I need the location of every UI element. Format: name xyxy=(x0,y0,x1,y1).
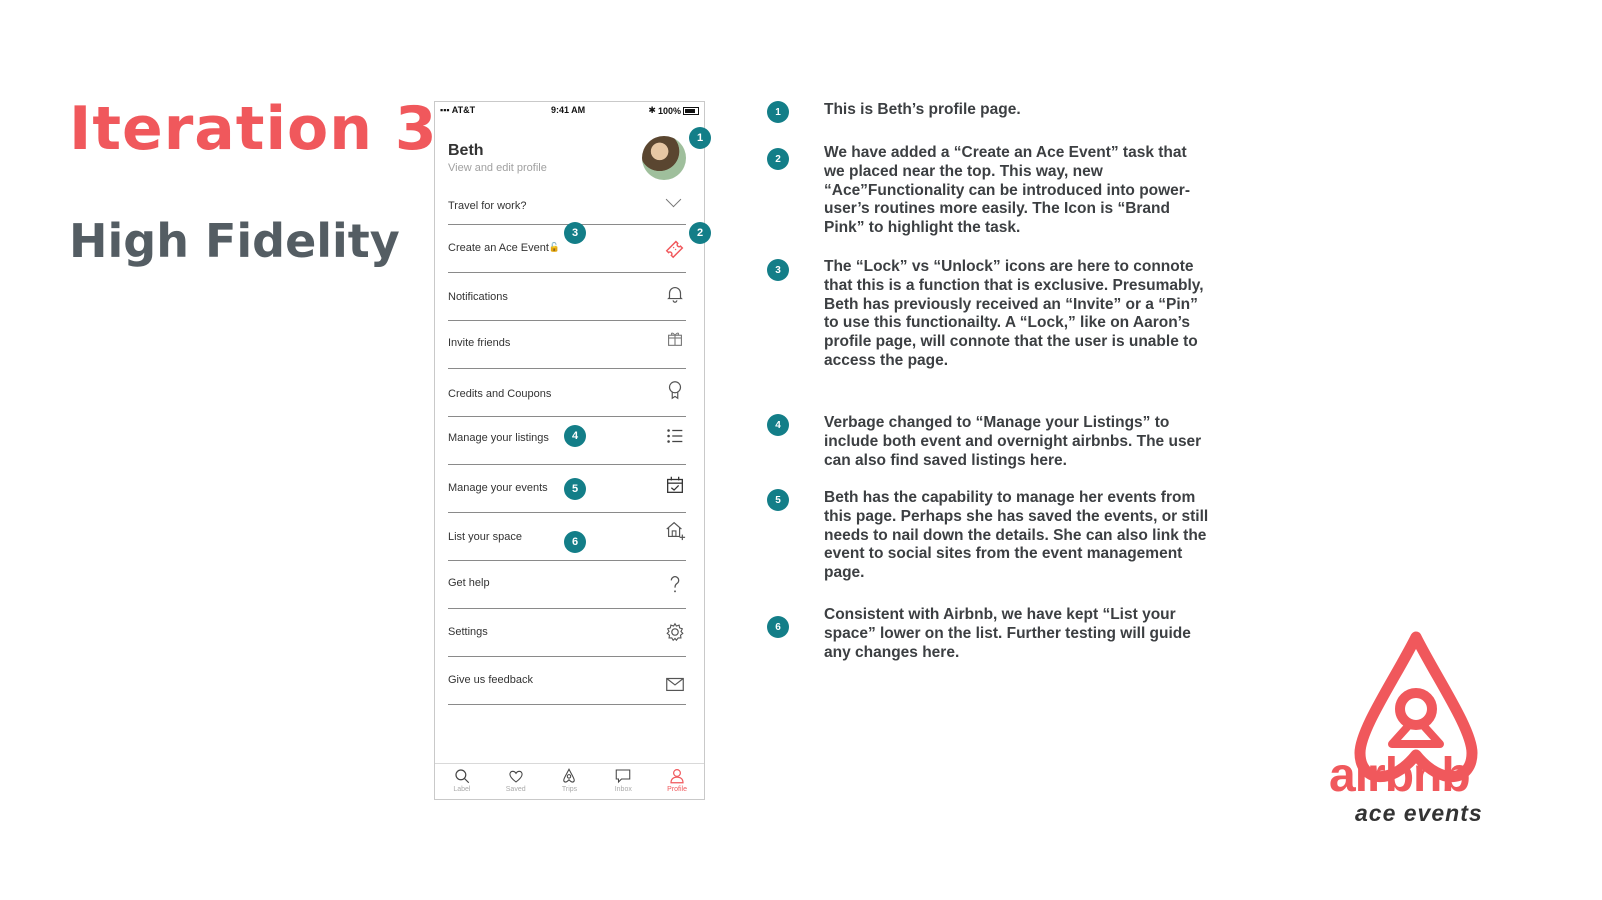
menu-item-invite-friends[interactable]: Invite friends xyxy=(448,321,686,369)
airbnb-icon xyxy=(563,768,576,783)
profile-name[interactable]: Beth xyxy=(448,142,484,160)
tab-profile[interactable]: Profile xyxy=(650,764,704,799)
menu-item-label: Credits and Coupons xyxy=(448,388,552,400)
tab-text: Trips xyxy=(561,786,578,793)
menu-item-get-help[interactable]: Get help xyxy=(448,561,686,609)
question-icon xyxy=(670,576,680,593)
battery-percent: 100% xyxy=(657,105,681,116)
calendar-check-icon xyxy=(667,476,683,493)
search-icon xyxy=(455,769,470,784)
avatar[interactable] xyxy=(642,136,686,180)
menu-item-label: Invite friends xyxy=(448,337,511,349)
menu-item-give-feedback[interactable]: Give us feedback xyxy=(448,657,686,705)
tab-inbox[interactable]: Inbox xyxy=(596,764,650,799)
unlock-icon: 🔓 xyxy=(548,242,561,252)
chat-icon xyxy=(616,769,631,784)
note-5: Beth has the capability to manage her ev… xyxy=(824,489,1209,582)
status-time: 9:41 AM xyxy=(551,105,586,115)
phone-mockup: ▪▪▪ AT&T 9:41 AM ✱ 100% Beth View and ed… xyxy=(434,101,705,800)
home-plus-icon xyxy=(666,521,686,541)
menu-item-label: Manage your events xyxy=(448,482,548,494)
note-badge-5: 5 xyxy=(767,489,789,511)
tab-saved[interactable]: Saved xyxy=(489,764,543,799)
note-badge-6: 6 xyxy=(767,616,789,638)
note-4: Verbage changed to “Manage your Listings… xyxy=(824,414,1202,469)
list-icon xyxy=(667,429,683,443)
status-bar: ▪▪▪ AT&T 9:41 AM ✱ 100% xyxy=(435,102,704,118)
menu-item-label: Manage your listings xyxy=(448,432,549,444)
callout-badge-2: 2 xyxy=(689,222,711,244)
heart-icon xyxy=(509,770,523,783)
battery-icon xyxy=(683,106,699,115)
note-2: We have added a “Create an Ace Event” ta… xyxy=(824,144,1190,237)
note-3: The “Lock” vs “Unlock” icons are here to… xyxy=(824,258,1204,369)
tab-text: Saved xyxy=(505,786,526,793)
menu-item-label: Create an Ace Event🔓 xyxy=(448,242,561,254)
user-icon xyxy=(670,769,684,784)
callout-badge-1: 1 xyxy=(689,127,711,149)
chevron-down-icon[interactable] xyxy=(665,191,682,208)
logo-wordmark: airbnb xyxy=(1329,749,1471,802)
note-badge-3: 3 xyxy=(767,259,789,281)
tab-text: Label xyxy=(453,786,471,793)
note-badge-2: 2 xyxy=(767,148,789,170)
carrier-text: AT&T xyxy=(451,105,476,115)
battery-status: ✱ 100% xyxy=(648,105,699,116)
ticket-icon xyxy=(665,240,684,259)
note-badge-1: 1 xyxy=(767,101,789,123)
menu-item-notifications[interactable]: Notifications xyxy=(448,273,686,321)
gear-icon xyxy=(666,622,684,642)
tab-bar: Label Saved Trips Inbox Profile xyxy=(435,763,704,799)
menu-item-label: List your space xyxy=(448,531,522,543)
bluetooth-icon: ✱ xyxy=(648,105,656,115)
callout-badge-3: 3 xyxy=(564,222,586,244)
travel-for-work-toggle[interactable]: Travel for work? xyxy=(448,200,526,212)
logo-tagline: ace events xyxy=(1355,800,1483,826)
tab-text: Profile xyxy=(667,786,687,793)
profile-edit-link[interactable]: View and edit profile xyxy=(448,162,547,174)
gift-icon xyxy=(668,332,682,346)
divider xyxy=(448,704,686,705)
note-badge-4: 4 xyxy=(767,414,789,436)
bell-icon xyxy=(667,287,683,303)
tab-trips[interactable]: Trips xyxy=(543,764,597,799)
tab-text: Inbox xyxy=(614,786,632,793)
slide-subtitle: High Fidelity xyxy=(69,214,400,268)
signal-icon: ▪▪▪ xyxy=(440,105,450,115)
carrier-label: ▪▪▪ AT&T xyxy=(440,105,475,115)
award-icon xyxy=(668,381,682,400)
tab-label[interactable]: Label xyxy=(435,764,489,799)
mail-icon xyxy=(666,677,684,692)
callout-badge-5: 5 xyxy=(564,478,586,500)
menu-item-credits-coupons[interactable]: Credits and Coupons xyxy=(448,369,686,417)
menu-item-settings[interactable]: Settings xyxy=(448,609,686,657)
slide-title: Iteration 3 xyxy=(69,94,438,164)
callout-badge-4: 4 xyxy=(564,425,586,447)
note-1: This is Beth’s profile page. xyxy=(824,101,1021,118)
menu-item-label: Notifications xyxy=(448,291,508,303)
menu-item-label: Give us feedback xyxy=(448,674,533,686)
menu-item-label: Get help xyxy=(448,577,490,589)
callout-badge-6: 6 xyxy=(564,531,586,553)
menu-item-label: Settings xyxy=(448,626,488,638)
note-6: Consistent with Airbnb, we have kept “Li… xyxy=(824,606,1191,661)
